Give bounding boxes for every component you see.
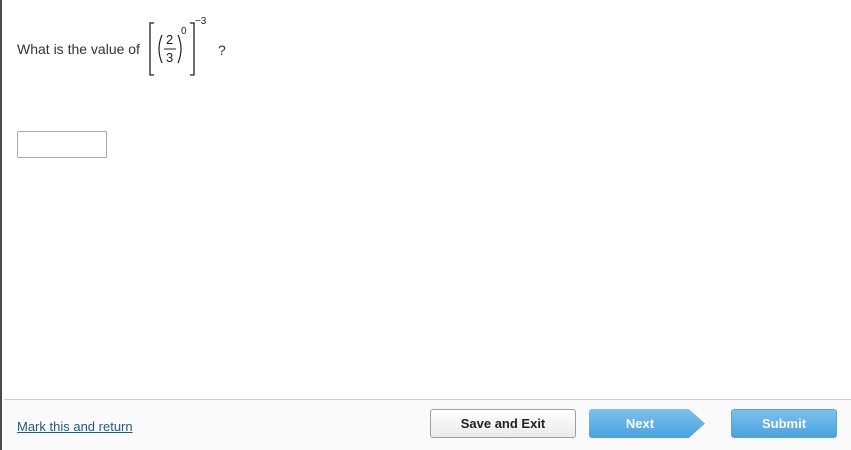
inner-exponent: 0	[180, 26, 187, 37]
mark-and-return-link[interactable]: Mark this and return	[17, 419, 133, 434]
answer-input[interactable]	[17, 131, 107, 158]
math-expression: 2 3 0 −3	[146, 16, 212, 82]
outer-exponent: −3	[194, 16, 207, 27]
question-prompt: What is the value of 2 3 0 −3 ?	[17, 14, 226, 84]
assessment-frame: What is the value of 2 3 0 −3 ? Mark thi…	[0, 0, 851, 450]
fraction-denominator: 3	[165, 50, 174, 65]
question-mark: ?	[217, 42, 226, 58]
footer-bar: Mark this and return Save and Exit Next …	[4, 399, 851, 450]
next-button[interactable]: Next	[589, 409, 705, 438]
save-and-exit-button[interactable]: Save and Exit	[430, 409, 576, 438]
submit-button[interactable]: Submit	[731, 409, 837, 438]
fraction-numerator: 2	[165, 32, 174, 47]
question-text: What is the value of	[17, 41, 140, 57]
